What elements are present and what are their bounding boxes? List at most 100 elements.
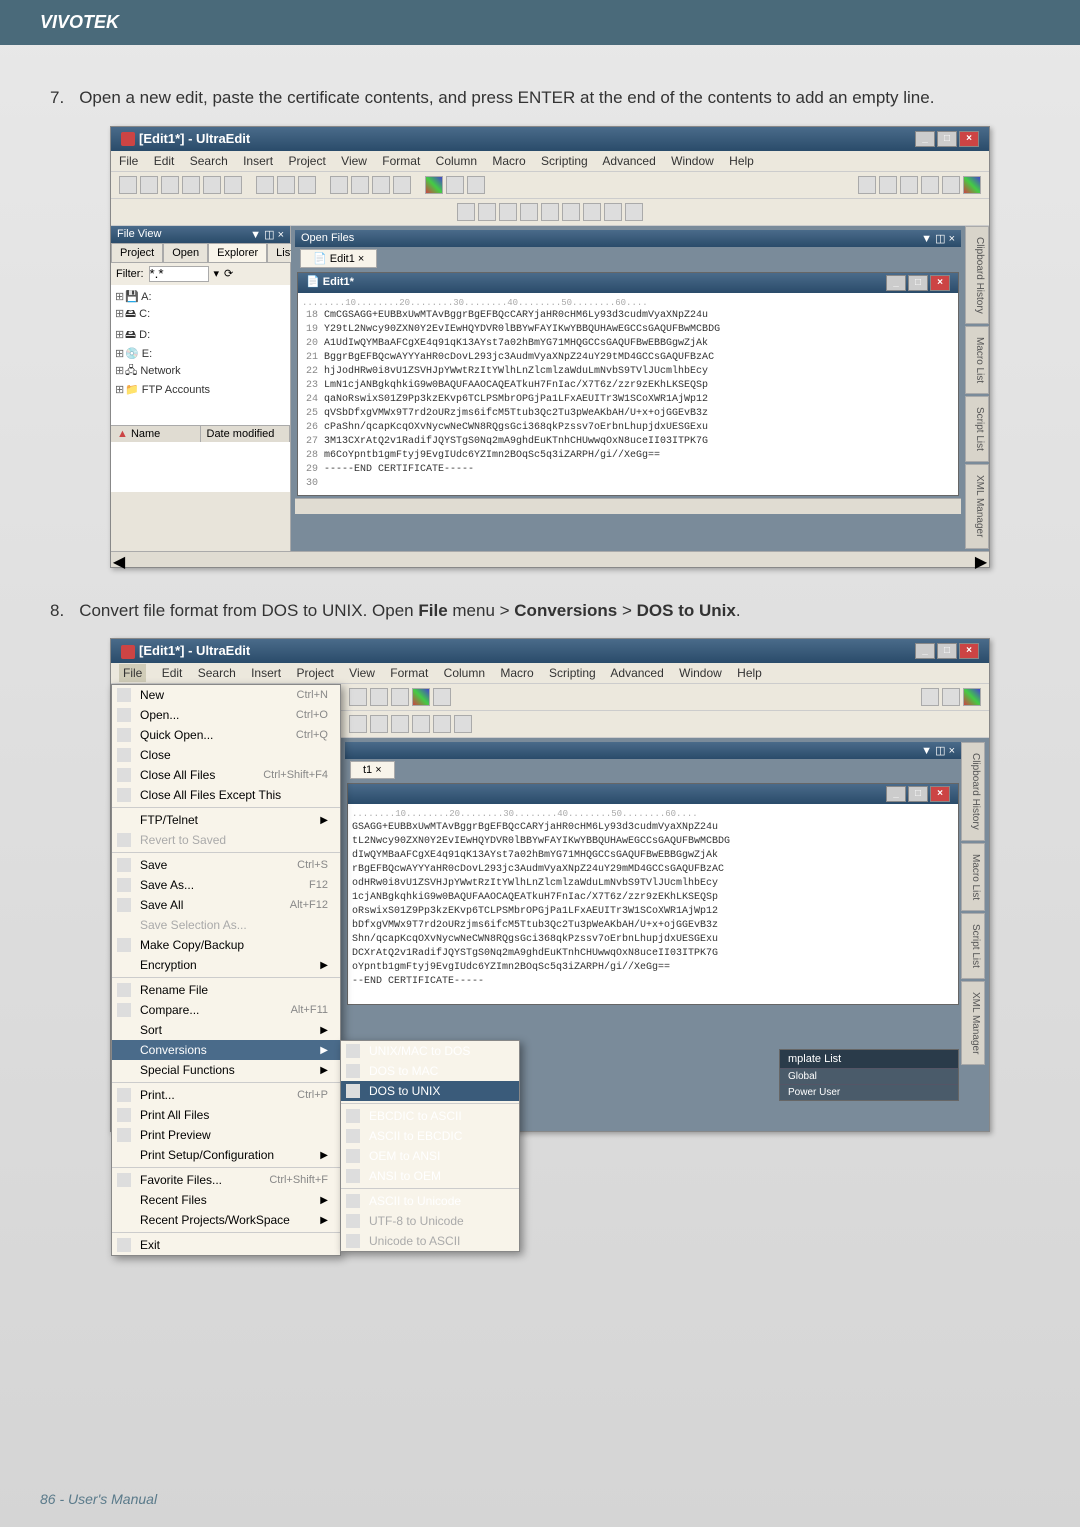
menu-item-conversions[interactable]: Conversions▶ UNIX/MAC to DOS DOS to MAC …: [112, 1040, 340, 1060]
tree-item[interactable]: ⊞🖴 D:: [115, 325, 286, 346]
toolbar-icon[interactable]: [499, 203, 517, 221]
menu-item-special[interactable]: Special Functions▶: [112, 1060, 340, 1080]
toolbar-icon[interactable]: [412, 715, 430, 733]
scroll-bottom[interactable]: ◀▶: [111, 551, 989, 567]
submenu-unix-dos[interactable]: UNIX/MAC to DOS: [341, 1041, 519, 1061]
toolbar-icon[interactable]: [182, 176, 200, 194]
submenu-utf8-unicode[interactable]: UTF-8 to Unicode: [341, 1211, 519, 1231]
editor-tab-bg[interactable]: t1 ×: [350, 761, 395, 779]
toolbar-icon[interactable]: [391, 688, 409, 706]
menu-item-ftp[interactable]: FTP/Telnet▶: [112, 810, 340, 830]
toolbar-icon[interactable]: [625, 203, 643, 221]
tab-macro-list[interactable]: Macro List: [965, 326, 989, 394]
menu-item-new[interactable]: NewCtrl+N: [112, 685, 340, 705]
toolbar-icon[interactable]: [520, 203, 538, 221]
toolbar-icon[interactable]: [921, 688, 939, 706]
menu-scripting[interactable]: Scripting: [541, 154, 588, 168]
menu-column[interactable]: Column: [444, 666, 485, 680]
refresh-icon[interactable]: ⟳: [224, 267, 233, 280]
menu-project[interactable]: Project: [296, 666, 333, 680]
toolbar-icon[interactable]: [879, 176, 897, 194]
menu-item-open[interactable]: Open...Ctrl+O: [112, 705, 340, 725]
toolbar-icon[interactable]: [446, 176, 464, 194]
tab-clipboard[interactable]: Clipboard History: [965, 226, 989, 325]
editor-content[interactable]: ........10........20........30........40…: [298, 293, 958, 496]
tab-clipboard[interactable]: Clipboard History: [961, 742, 985, 841]
toolbar-icon[interactable]: [349, 715, 367, 733]
toolbar-icon[interactable]: [349, 688, 367, 706]
menu-item-sort[interactable]: Sort▶: [112, 1020, 340, 1040]
toolbar-icon[interactable]: [370, 715, 388, 733]
toolbar-icon[interactable]: [277, 176, 295, 194]
menu-item-print-preview[interactable]: Print Preview: [112, 1125, 340, 1145]
submenu-oem-ansi[interactable]: OEM to ANSI: [341, 1146, 519, 1166]
submenu-dos-unix[interactable]: DOS to UNIX: [341, 1081, 519, 1101]
tree-item[interactable]: ⊞🖧 Network: [115, 361, 286, 382]
dropdown-icon[interactable]: ▾: [214, 267, 220, 280]
menu-macro[interactable]: Macro: [492, 154, 525, 168]
tab-close-icon[interactable]: ×: [375, 764, 381, 776]
tab-open[interactable]: Open: [163, 243, 208, 263]
menu-view[interactable]: View: [349, 666, 375, 680]
filter-input[interactable]: [149, 266, 209, 282]
menu-item-save-as[interactable]: Save As...F12: [112, 875, 340, 895]
menu-scripting[interactable]: Scripting: [549, 666, 596, 680]
toolbar-icon[interactable]: [140, 176, 158, 194]
maximize-button[interactable]: □: [937, 643, 957, 659]
menu-file[interactable]: File: [119, 154, 138, 168]
menu-item-close[interactable]: Close: [112, 745, 340, 765]
toolbar-icon[interactable]: [372, 176, 390, 194]
toolbar-icon[interactable]: [921, 176, 939, 194]
menu-item-close-all[interactable]: Close All FilesCtrl+Shift+F4: [112, 765, 340, 785]
menu-insert[interactable]: Insert: [243, 154, 273, 168]
menu-advanced[interactable]: Advanced: [602, 154, 655, 168]
editor-panel-controls[interactable]: ▼ ◫ ×: [921, 232, 955, 245]
menu-help[interactable]: Help: [729, 154, 754, 168]
toolbar-icon[interactable]: [393, 176, 411, 194]
menu-item-recent-files[interactable]: Recent Files▶: [112, 1190, 340, 1210]
menu-view[interactable]: View: [341, 154, 367, 168]
toolbar-icon[interactable]: [942, 176, 960, 194]
toolbar-icon[interactable]: [119, 176, 137, 194]
menu-item-backup[interactable]: Make Copy/Backup: [112, 935, 340, 955]
toolbar-icon[interactable]: [298, 176, 316, 194]
toolbar-icon[interactable]: [433, 715, 451, 733]
close-button[interactable]: ×: [959, 131, 979, 147]
doc-maximize[interactable]: □: [908, 786, 928, 802]
menu-item-print-setup[interactable]: Print Setup/Configuration▶: [112, 1145, 340, 1165]
menu-advanced[interactable]: Advanced: [610, 666, 663, 680]
submenu-ascii-unicode[interactable]: ASCII to Unicode: [341, 1191, 519, 1211]
doc-close[interactable]: ×: [930, 275, 950, 291]
toolbar-icon[interactable]: [433, 688, 451, 706]
submenu-ansi-oem[interactable]: ANSI to OEM: [341, 1166, 519, 1186]
menu-project[interactable]: Project: [288, 154, 325, 168]
toolbar-icon[interactable]: [391, 715, 409, 733]
editor-content-bg[interactable]: ........10........20........30........40…: [348, 804, 958, 1004]
menu-item-print-all[interactable]: Print All Files: [112, 1105, 340, 1125]
menu-format[interactable]: Format: [390, 666, 428, 680]
submenu-unicode-ascii[interactable]: Unicode to ASCII: [341, 1231, 519, 1251]
minimize-button[interactable]: _: [915, 131, 935, 147]
toolbar-icon[interactable]: [858, 176, 876, 194]
menu-format[interactable]: Format: [382, 154, 420, 168]
toolbar-icon[interactable]: [478, 203, 496, 221]
scrollbar[interactable]: [295, 498, 961, 514]
menu-file[interactable]: File: [119, 664, 146, 682]
tree-item[interactable]: ⊞💾 A:: [115, 289, 286, 304]
doc-minimize[interactable]: _: [886, 786, 906, 802]
menu-item-close-except[interactable]: Close All Files Except This: [112, 785, 340, 805]
menu-item-favorites[interactable]: Favorite Files...Ctrl+Shift+F: [112, 1170, 340, 1190]
tab-explorer[interactable]: Explorer: [208, 243, 267, 263]
submenu-ascii-ebcdic[interactable]: ASCII to EBCDIC: [341, 1126, 519, 1146]
toolbar-icon[interactable]: [467, 176, 485, 194]
toolbar-icon[interactable]: [351, 176, 369, 194]
template-item[interactable]: Global: [780, 1068, 958, 1084]
tree-item[interactable]: ⊞📁 FTP Accounts: [115, 382, 286, 397]
tab-project[interactable]: Project: [111, 243, 163, 263]
tab-macro-list[interactable]: Macro List: [961, 843, 985, 911]
tab-xml-manager[interactable]: XML Manager: [961, 981, 985, 1065]
toolbar-icon[interactable]: [457, 203, 475, 221]
menu-item-compare[interactable]: Compare...Alt+F11: [112, 1000, 340, 1020]
tree-item[interactable]: ⊞🖴 C:: [115, 304, 286, 325]
menu-item-rename[interactable]: Rename File: [112, 980, 340, 1000]
